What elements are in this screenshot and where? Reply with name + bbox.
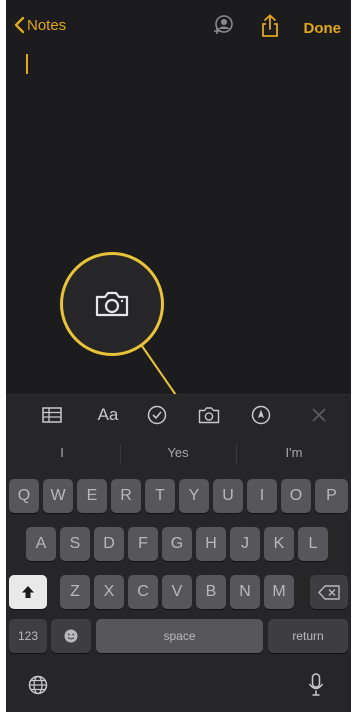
key-h[interactable]: H <box>196 527 226 561</box>
close-icon <box>312 408 326 422</box>
format-label: Aa <box>97 405 119 424</box>
key-o[interactable]: O <box>281 479 311 513</box>
camera-button[interactable] <box>196 403 222 427</box>
key-q[interactable]: Q <box>9 479 39 513</box>
delete-key[interactable] <box>310 575 348 609</box>
notes-screen: Notes Done Aa I Yes I'm Q W E R T Y U I … <box>6 0 351 712</box>
key-m[interactable]: M <box>264 575 294 609</box>
suggestion-item[interactable]: I <box>12 445 112 460</box>
globe-icon <box>28 675 48 695</box>
key-l[interactable]: L <box>298 527 328 561</box>
suggestion-bar: I Yes I'm <box>6 435 351 473</box>
divider <box>236 444 237 464</box>
emoji-icon <box>64 629 78 643</box>
camera-icon <box>95 291 129 317</box>
key-s[interactable]: S <box>60 527 90 561</box>
key-v[interactable]: V <box>162 575 192 609</box>
numbers-key[interactable]: 123 <box>9 619 47 653</box>
suggestion-item[interactable]: I'm <box>244 445 344 460</box>
space-key[interactable]: space <box>96 619 263 653</box>
camera-icon <box>198 407 220 424</box>
key-z[interactable]: Z <box>60 575 90 609</box>
key-d[interactable]: D <box>94 527 124 561</box>
key-p[interactable]: P <box>315 479 348 513</box>
key-b[interactable]: B <box>196 575 226 609</box>
key-f[interactable]: F <box>128 527 158 561</box>
shift-key[interactable] <box>9 575 47 609</box>
globe-button[interactable] <box>28 675 48 700</box>
keyboard: I Yes I'm Q W E R T Y U I O P A S D F G … <box>6 435 351 712</box>
key-t[interactable]: T <box>145 479 175 513</box>
key-k[interactable]: K <box>264 527 294 561</box>
delete-icon <box>318 584 340 600</box>
format-button[interactable]: Aa <box>94 403 122 427</box>
key-u[interactable]: U <box>213 479 243 513</box>
shift-icon <box>22 586 34 598</box>
return-key[interactable]: return <box>268 619 348 653</box>
checklist-icon <box>147 405 167 425</box>
table-icon <box>42 407 62 423</box>
divider <box>120 444 121 464</box>
camera-callout <box>60 252 164 356</box>
markup-button[interactable] <box>249 403 273 427</box>
emoji-key[interactable] <box>51 619 91 653</box>
key-j[interactable]: J <box>230 527 260 561</box>
key-x[interactable]: X <box>94 575 124 609</box>
key-r[interactable]: R <box>111 479 141 513</box>
key-c[interactable]: C <box>128 575 158 609</box>
suggestion-item[interactable]: Yes <box>128 445 228 460</box>
key-a[interactable]: A <box>26 527 56 561</box>
key-g[interactable]: G <box>162 527 192 561</box>
key-i[interactable]: I <box>247 479 277 513</box>
microphone-icon <box>308 673 324 696</box>
callout-leader-line <box>141 345 193 418</box>
key-w[interactable]: W <box>43 479 73 513</box>
table-button[interactable] <box>40 403 64 427</box>
checklist-button[interactable] <box>145 403 169 427</box>
key-e[interactable]: E <box>77 479 107 513</box>
key-n[interactable]: N <box>230 575 260 609</box>
dictation-button[interactable] <box>308 673 324 702</box>
close-toolbar-button[interactable] <box>308 403 330 427</box>
format-toolbar: Aa <box>6 394 351 435</box>
markup-icon <box>251 405 271 425</box>
key-y[interactable]: Y <box>179 479 209 513</box>
